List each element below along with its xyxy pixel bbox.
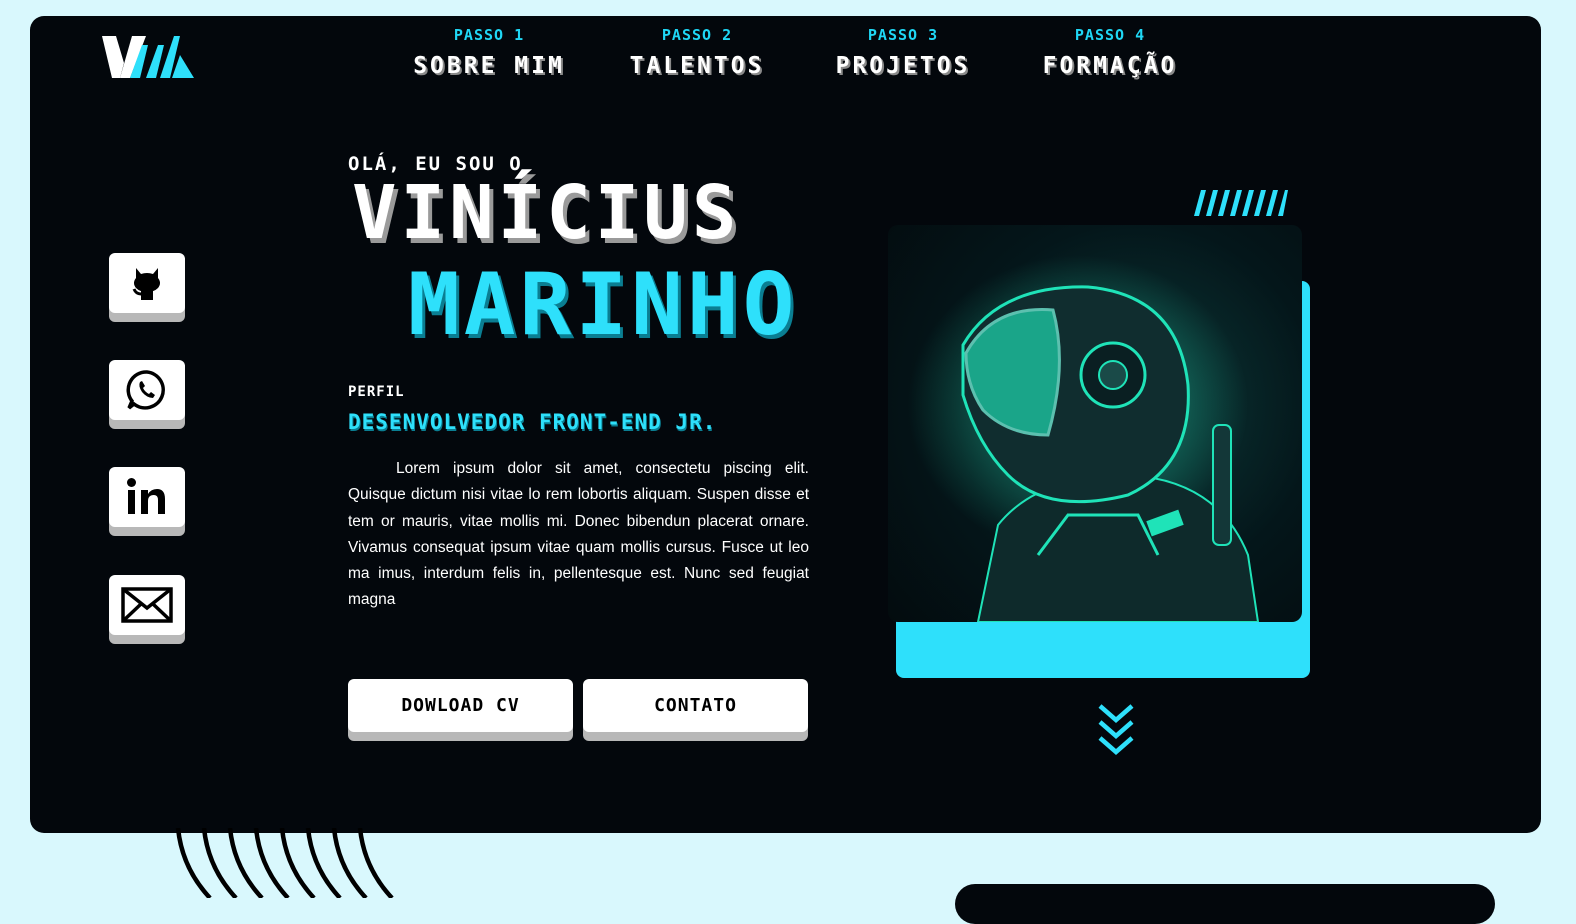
nav-formacao[interactable]: PASSO 4 FORMAÇÃO xyxy=(1025,26,1195,79)
nav-step: PASSO 3 xyxy=(867,26,939,44)
whatsapp-button[interactable] xyxy=(109,360,185,420)
nav-step: PASSO 1 xyxy=(453,26,525,44)
nav-label: TALENTOS xyxy=(629,53,765,79)
email-button[interactable] xyxy=(109,575,185,635)
nav-sobre-mim[interactable]: PASSO 1 SOBRE MIM xyxy=(398,26,580,79)
wave-decoration xyxy=(175,828,394,898)
nav-step: PASSO 4 xyxy=(1074,26,1146,44)
linkedin-button[interactable] xyxy=(109,467,185,527)
astronaut-image xyxy=(888,225,1302,622)
github-icon xyxy=(132,268,160,300)
nav-talentos[interactable]: PASSO 2 TALENTOS xyxy=(614,26,780,79)
first-name: VINÍCIUS xyxy=(352,170,741,256)
mail-icon xyxy=(121,587,173,623)
nav-label: FORMAÇÃO xyxy=(1042,53,1178,79)
logo[interactable] xyxy=(102,33,194,81)
nav-step: PASSO 2 xyxy=(661,26,733,44)
hero-panel: PASSO 1 SOBRE MIM PASSO 2 TALENTOS PASSO… xyxy=(30,16,1541,833)
github-button[interactable] xyxy=(109,253,185,313)
contact-button[interactable]: CONTATO xyxy=(583,679,808,732)
next-section-panel xyxy=(955,884,1495,924)
linkedin-icon xyxy=(127,478,165,514)
role-title: DESENVOLVEDOR FRONT-END JR. xyxy=(348,410,717,434)
nav-projetos[interactable]: PASSO 3 PROJETOS xyxy=(820,26,986,79)
slash-decoration xyxy=(1194,190,1288,216)
whatsapp-icon xyxy=(126,370,165,410)
nav-label: PROJETOS xyxy=(835,53,971,79)
bio-text: Lorem ipsum dolor sit amet, consectetu p… xyxy=(348,460,809,609)
download-cv-button[interactable]: DOWLOAD CV xyxy=(348,679,573,732)
profile-label: PERFIL xyxy=(348,384,405,400)
nav-label: SOBRE MIM xyxy=(413,53,565,79)
last-name: MARINHO xyxy=(408,255,799,355)
scroll-down-icon[interactable] xyxy=(1096,702,1136,758)
